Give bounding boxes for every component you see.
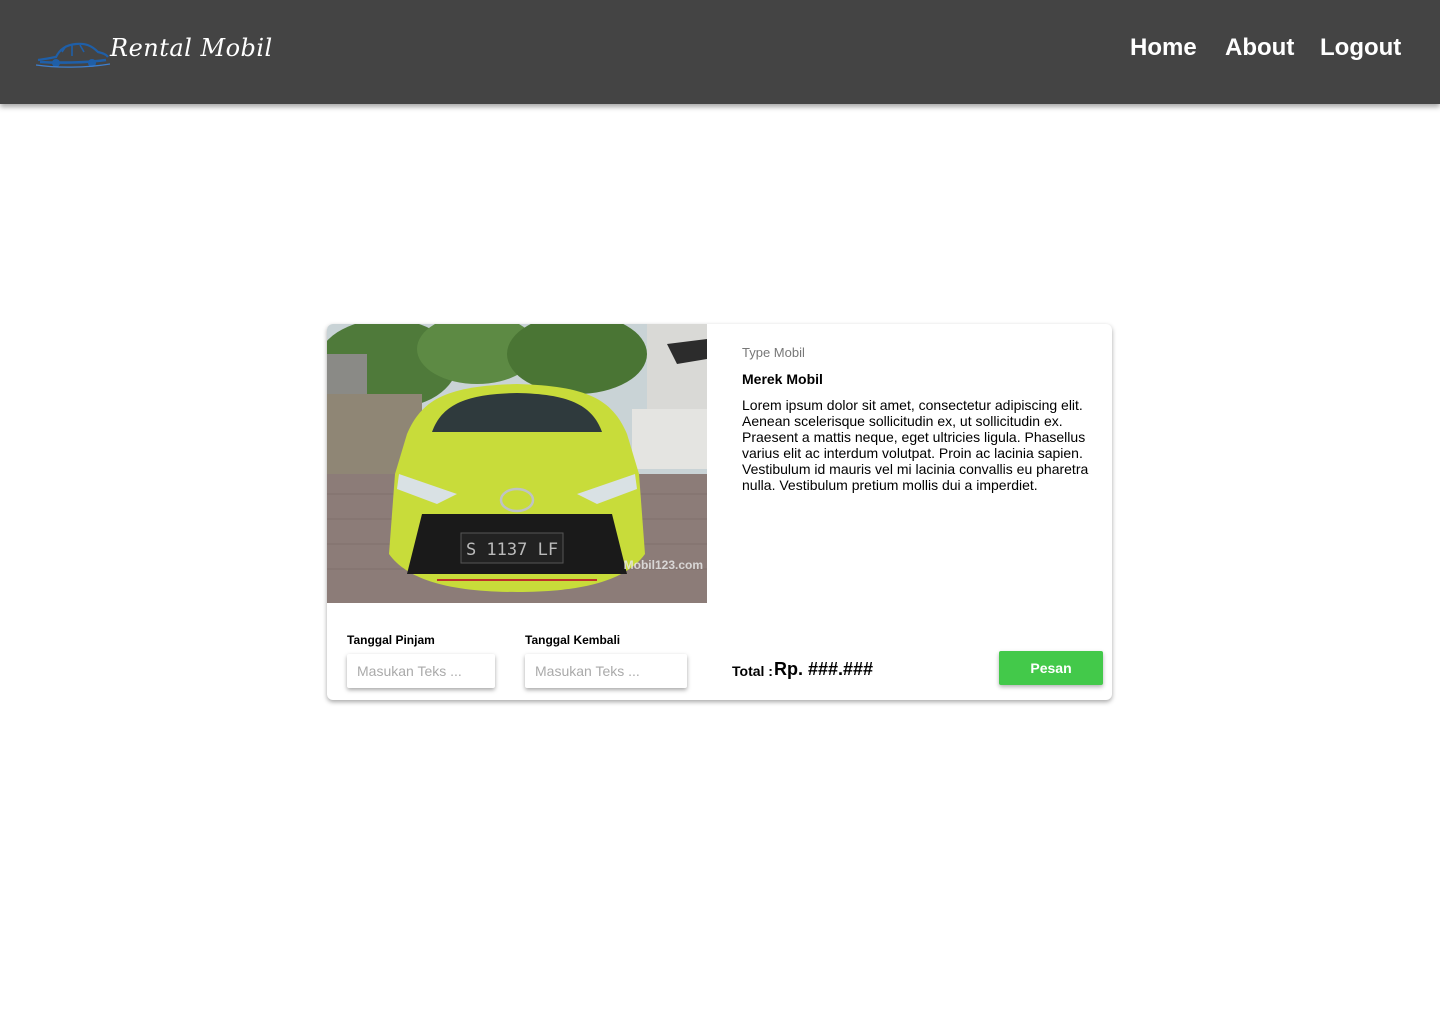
car-logo-icon [36,42,110,68]
photo-watermark: Mobil123.com [624,558,703,572]
logo-text: Rental Mobil [110,34,273,62]
nav-logout-link[interactable]: Logout [1320,34,1401,62]
end-date-label: Tanggal Kembali [525,633,621,647]
navbar: Rental Mobil Home About Logout [0,0,1440,104]
order-button[interactable]: Pesan [999,651,1103,685]
license-plate: S 1137 LF [466,540,558,560]
total-label: Total : [732,663,773,679]
rental-card: S 1137 LF Mobil123.com Type Mobil Merek … [327,324,1112,700]
car-photo: S 1137 LF Mobil123.com [327,324,707,603]
nav-home-link[interactable]: Home [1130,34,1197,62]
car-brand: Merek Mobil [742,371,823,387]
start-date-label: Tanggal Pinjam [347,633,435,647]
car-type: Type Mobil [742,345,805,360]
car-description: Lorem ipsum dolor sit amet, consectetur … [742,397,1089,493]
nav-about-link[interactable]: About [1225,34,1294,62]
total-price: Rp. ###.### [774,659,874,679]
end-date-input[interactable] [525,654,687,688]
logo[interactable]: Rental Mobil [36,26,272,76]
start-date-input[interactable] [347,654,495,688]
